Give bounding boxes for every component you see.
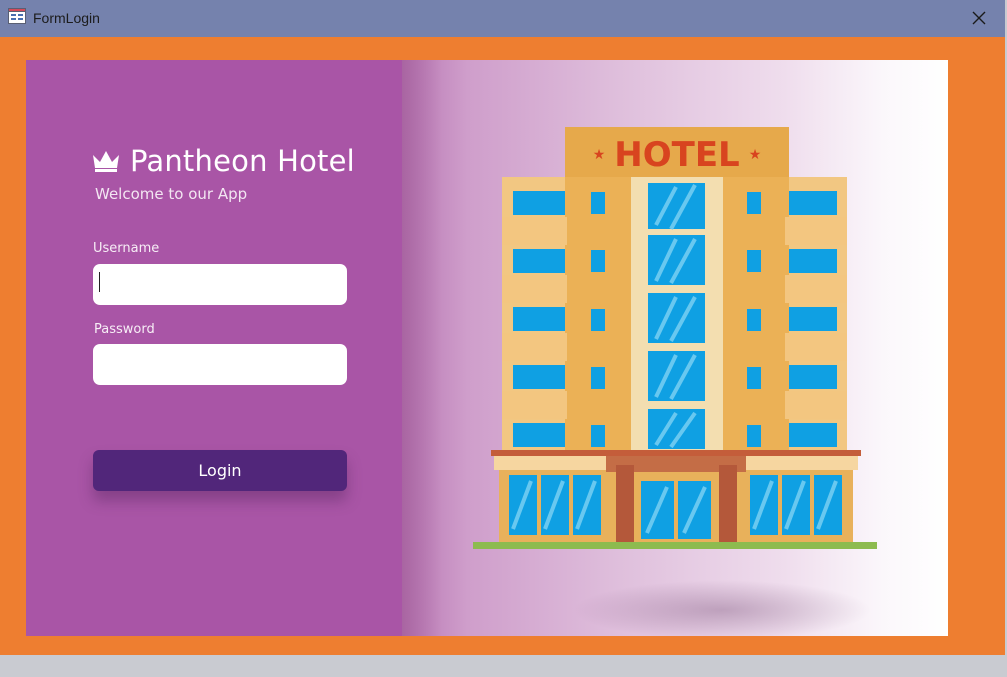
- welcome-text: Welcome to our App: [95, 185, 248, 203]
- close-icon: [972, 11, 986, 25]
- close-button[interactable]: [961, 4, 997, 32]
- crown-icon: [93, 151, 119, 172]
- brand: Pantheon Hotel: [92, 144, 355, 178]
- panel-shade: [402, 60, 442, 636]
- svg-text:★: ★: [749, 147, 762, 163]
- hotel-sign-text: HOTEL: [614, 135, 739, 175]
- username-label: Username: [93, 241, 160, 256]
- window-bottom-strip: [0, 655, 1007, 677]
- password-input[interactable]: [93, 344, 347, 385]
- form-login-window: FormLogin Pantheon Hotel Welcome to our …: [0, 0, 1007, 655]
- title-bar: FormLogin: [0, 0, 1005, 37]
- login-panel: Pantheon Hotel Welcome to our App Userna…: [26, 60, 402, 636]
- login-card: Pantheon Hotel Welcome to our App Userna…: [26, 60, 948, 636]
- login-button-label: Login: [198, 461, 242, 480]
- password-label: Password: [94, 322, 155, 337]
- text-caret: [99, 272, 100, 292]
- window-title: FormLogin: [33, 10, 100, 26]
- floor-shadow: [572, 580, 872, 636]
- hotel-building-illustration: HOTEL ★ ★: [473, 127, 877, 549]
- username-input[interactable]: [93, 264, 347, 305]
- hotel-name: Pantheon Hotel: [130, 144, 355, 178]
- login-button[interactable]: Login: [93, 450, 347, 491]
- svg-text:★: ★: [593, 147, 606, 163]
- form-app-icon: [8, 8, 26, 24]
